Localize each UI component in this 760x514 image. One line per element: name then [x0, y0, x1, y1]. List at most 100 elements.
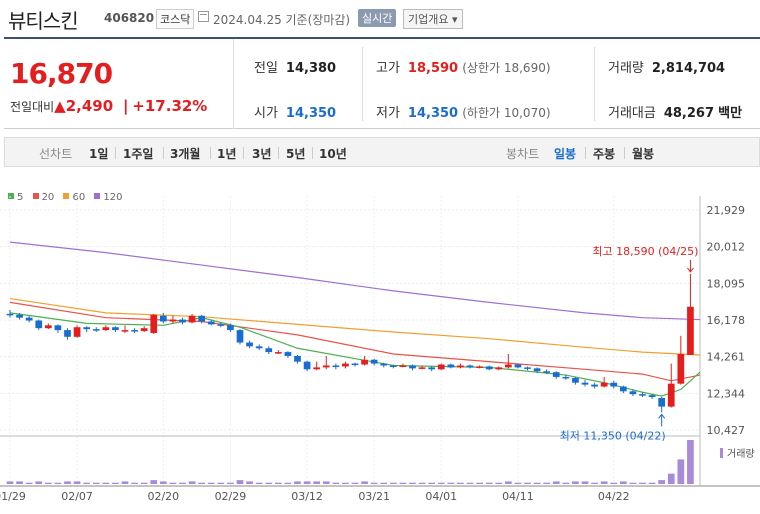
- upper-limit: (상한가 18,690): [462, 61, 551, 75]
- high-cell: 고가 18,590 (상한가 18,690): [376, 57, 551, 76]
- volume-bar: [207, 482, 215, 484]
- volume-bar: [217, 482, 225, 484]
- volume-bar: [274, 482, 282, 484]
- volume-cell: 거래량 2,814,704: [608, 57, 725, 76]
- x-tick-label: 03/21: [358, 490, 390, 503]
- period-3y[interactable]: 3년: [252, 145, 271, 162]
- period-1d[interactable]: 1일: [89, 145, 108, 162]
- candle-body: [274, 352, 282, 354]
- price-chart[interactable]: 21,929 20,012 18,095 16,178 14,261 12,344 10,4…: [0, 196, 760, 514]
- price-change: 전일대비▲2,490 | +17.32%: [10, 97, 207, 115]
- volume-bar: [677, 459, 685, 484]
- candle-body: [246, 342, 253, 347]
- candle-body: [370, 359, 378, 364]
- lower-limit: (하한가 10,070): [462, 106, 551, 120]
- volume-bar: [457, 482, 464, 484]
- volume-bar: [131, 482, 138, 484]
- candle-body: [332, 365, 340, 367]
- open-cell: 시가 14,350: [254, 102, 336, 121]
- volume-bar: [255, 482, 263, 484]
- line-chart-label[interactable]: 선차트: [39, 145, 72, 162]
- price-area: 16,870 전일대비▲2,490 | +17.32%: [4, 39, 234, 129]
- volume-bar: [485, 482, 493, 484]
- x-tick-label: 02/20: [147, 490, 179, 503]
- date-text: 2024.04.25 기준(장마감): [213, 13, 351, 27]
- candle-body: [44, 325, 52, 329]
- y-tick-label: 16,178: [707, 314, 746, 327]
- separator: [210, 147, 211, 159]
- volume-bar: [428, 482, 436, 484]
- high-label: 고가: [376, 61, 400, 76]
- candle-body: [629, 391, 637, 395]
- separator: [585, 147, 586, 159]
- quote-box: 16,870 전일대비▲2,490 | +17.32% 전일 14,380 고가 1…: [4, 37, 760, 129]
- volume-bar: [73, 481, 81, 484]
- volume-bar: [667, 473, 675, 484]
- x-tick-label: 02/29: [215, 490, 247, 503]
- prev-cell: 전일 14,380: [254, 57, 336, 76]
- separator: [278, 147, 279, 159]
- candle-weekly[interactable]: 주봉: [593, 145, 615, 162]
- candle-body: [265, 348, 273, 353]
- candle-body: [591, 384, 598, 387]
- candle-body: [380, 363, 388, 366]
- candle-body: [524, 367, 531, 369]
- divider: [362, 47, 363, 121]
- volume-bar: [140, 482, 148, 484]
- volume-label: 거래량: [608, 61, 644, 76]
- volume-legend-swatch: [720, 448, 723, 458]
- candle-chart-label[interactable]: 봉차트: [506, 145, 539, 162]
- candle-body: [619, 386, 627, 392]
- candle-body: [112, 327, 119, 331]
- candle-body: [409, 365, 416, 369]
- volume-bar: [322, 481, 330, 484]
- period-1w[interactable]: 1주일: [123, 145, 153, 162]
- candle-body: [140, 328, 148, 332]
- volume-bar: [658, 480, 666, 484]
- candle-body: [687, 306, 694, 355]
- candle-body: [504, 364, 512, 368]
- candle-body: [35, 320, 43, 329]
- period-5y[interactable]: 5년: [286, 145, 305, 162]
- candle-body: [418, 367, 426, 369]
- volume-bar: [265, 482, 273, 484]
- period-3m[interactable]: 3개월: [170, 145, 200, 162]
- low-label: 저가: [376, 106, 400, 121]
- separator: [115, 147, 116, 159]
- company-overview-button[interactable]: 기업개요 ▾: [403, 9, 463, 29]
- candle-daily[interactable]: 일봉: [554, 145, 576, 162]
- period-10y[interactable]: 10년: [319, 145, 347, 162]
- candle-body: [159, 315, 167, 322]
- candle-body: [428, 367, 436, 370]
- volume-bar: [121, 481, 129, 484]
- low-cell: 저가 14,350 (하한가 10,070): [376, 102, 551, 121]
- volume-bar: [179, 482, 186, 484]
- high-annotation: 최고 18,590 (04/25): [592, 245, 698, 258]
- period-1y[interactable]: 1년: [217, 145, 236, 162]
- amount-unit: 백만: [718, 106, 743, 121]
- volume-bar: [610, 482, 618, 484]
- candle-body: [562, 376, 570, 379]
- volume-bar: [648, 482, 656, 484]
- candle-body: [476, 366, 483, 368]
- amount-cell: 거래대금 48,267 백만: [608, 102, 742, 121]
- candle-body: [466, 365, 474, 368]
- volume-bar: [495, 482, 503, 484]
- candle-body: [169, 319, 177, 322]
- volume-bar: [54, 482, 62, 484]
- stock-code: 406820: [104, 11, 155, 25]
- realtime-button[interactable]: 실시간: [358, 9, 397, 27]
- candle-body: [207, 321, 215, 325]
- y-tick-label: 12,344: [707, 387, 746, 400]
- period-bar: 선차트 1일 1주일 3개월 1년 3년 5년 10년 봉차트 일봉 주봉 월봉: [4, 137, 760, 167]
- candle-body: [198, 315, 206, 322]
- candle-body: [667, 383, 675, 407]
- volume-bar: [581, 481, 589, 484]
- candle-body: [677, 354, 685, 384]
- candle-body: [581, 382, 589, 385]
- prev-label: 전일: [254, 61, 278, 76]
- volume-bar: [600, 481, 608, 484]
- candle-monthly[interactable]: 월봉: [632, 145, 654, 162]
- volume-bar: [303, 481, 311, 484]
- x-tick-label: 04/22: [598, 490, 630, 503]
